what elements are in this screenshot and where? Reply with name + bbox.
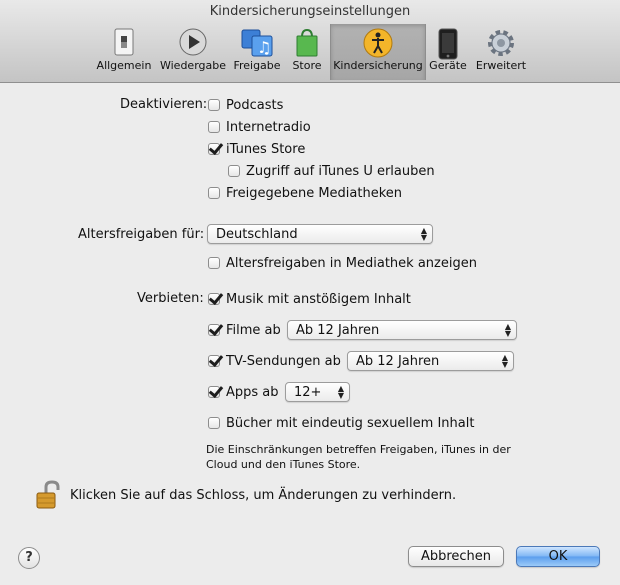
tab-label: Freigabe xyxy=(233,59,281,72)
tab-label: Store xyxy=(292,59,322,72)
tab-wiedergabe[interactable]: Wiedergabe xyxy=(158,24,228,80)
window-title: Kindersicherungseinstellungen xyxy=(209,4,411,19)
restrictions-note: Die Einschränkungen betreffen Freigaben,… xyxy=(206,443,511,471)
checkbox-box[interactable] xyxy=(208,99,220,111)
tab-store[interactable]: Store xyxy=(286,24,328,80)
tab-kindersicherung[interactable]: Kindersicherung xyxy=(330,24,426,80)
apps-checkbox[interactable]: Apps ab xyxy=(208,383,279,401)
shopping-bag-icon xyxy=(296,28,318,57)
cancel-button[interactable]: Abbrechen xyxy=(408,546,504,567)
checkbox-box[interactable] xyxy=(208,257,220,269)
tab-freigabe[interactable]: ♫ Freigabe xyxy=(230,24,284,80)
tab-label: Geräte xyxy=(429,59,467,72)
checkbox-box[interactable] xyxy=(208,386,220,398)
disable-label: Deaktivieren: xyxy=(120,97,208,112)
tv-label: TV-Sendungen ab xyxy=(226,353,341,369)
apps-rating-value: 12+ xyxy=(294,384,322,400)
movies-checkbox[interactable]: Filme ab xyxy=(208,321,281,339)
movies-label: Filme ab xyxy=(226,322,281,338)
explicit-music-checkbox[interactable]: Musik mit anstößigem Inhalt xyxy=(208,290,411,308)
apps-label: Apps ab xyxy=(226,384,279,400)
checkbox-box[interactable] xyxy=(208,293,220,305)
tab-erweitert[interactable]: Erweitert xyxy=(472,24,530,80)
checkbox-box[interactable] xyxy=(208,121,220,133)
svg-text:♫: ♫ xyxy=(257,38,271,57)
restrict-label: Verbieten: xyxy=(137,291,204,306)
play-icon xyxy=(179,28,207,56)
shared-libraries-label: Freigegebene Mediatheken xyxy=(226,185,403,201)
itunes-u-checkbox[interactable]: Zugriff auf iTunes U erlauben xyxy=(228,162,435,180)
itunes-u-label: Zugriff auf iTunes U erlauben xyxy=(246,163,435,179)
shared-libraries-checkbox[interactable]: Freigegebene Mediatheken xyxy=(208,184,402,202)
checkbox-box[interactable] xyxy=(208,355,220,367)
movies-rating-value: Ab 12 Jahren xyxy=(296,322,380,338)
lock-text: Klicken Sie auf das Schloss, um Änderung… xyxy=(70,488,457,503)
gear-icon xyxy=(488,30,514,56)
ratings-label: Altersfreigaben für: xyxy=(78,227,205,242)
internetradio-label: Internetradio xyxy=(226,119,311,135)
popup-arrows-icon: ▲ ▼ xyxy=(501,353,508,369)
tab-allgemein[interactable]: Allgemein xyxy=(92,24,156,80)
apps-rating-select[interactable]: 12+ ▲ ▼ xyxy=(285,382,350,402)
internetradio-checkbox[interactable]: Internetradio xyxy=(208,118,311,136)
checkbox-box[interactable] xyxy=(208,187,220,199)
itunes-store-checkbox[interactable]: iTunes Store xyxy=(208,140,305,158)
explicit-books-label: Bücher mit eindeutig sexuellem Inhalt xyxy=(226,415,475,431)
unlocked-padlock-icon[interactable] xyxy=(34,480,64,510)
tv-rating-select[interactable]: Ab 12 Jahren ▲ ▼ xyxy=(347,351,514,371)
country-select[interactable]: Deutschland ▲ ▼ xyxy=(207,224,433,244)
checkbox-box[interactable] xyxy=(208,417,220,429)
popup-arrows-icon: ▲ ▼ xyxy=(420,226,427,242)
preferences-window: Kindersicherungseinstellungen Allgemein … xyxy=(0,0,620,585)
podcasts-checkbox[interactable]: Podcasts xyxy=(208,96,283,114)
tab-label: Kindersicherung xyxy=(333,59,423,72)
tv-rating-value: Ab 12 Jahren xyxy=(356,353,440,369)
show-ratings-label: Altersfreigaben in Mediathek anzeigen xyxy=(226,255,477,271)
movies-rating-select[interactable]: Ab 12 Jahren ▲ ▼ xyxy=(287,320,517,340)
podcasts-label: Podcasts xyxy=(226,97,284,113)
checkbox-box[interactable] xyxy=(228,165,240,177)
checkbox-box[interactable] xyxy=(208,143,220,155)
show-ratings-checkbox[interactable]: Altersfreigaben in Mediathek anzeigen xyxy=(208,254,477,272)
ok-button[interactable]: OK xyxy=(516,546,600,567)
tab-label: Erweitert xyxy=(475,59,527,72)
iphone-icon xyxy=(438,28,458,60)
tv-checkbox[interactable]: TV-Sendungen ab xyxy=(208,352,341,370)
tab-label: Wiedergabe xyxy=(159,59,226,72)
country-value: Deutschland xyxy=(216,226,298,242)
itunes-store-label: iTunes Store xyxy=(226,141,306,157)
switch-icon xyxy=(114,28,134,56)
explicit-books-checkbox[interactable]: Bücher mit eindeutig sexuellem Inhalt xyxy=(208,414,474,432)
popup-arrows-icon: ▲ ▼ xyxy=(337,384,344,400)
popup-arrows-icon: ▲ ▼ xyxy=(504,322,511,338)
help-button[interactable]: ? xyxy=(18,547,40,569)
toolbar: Kindersicherungseinstellungen Allgemein … xyxy=(0,0,620,83)
parental-control-icon xyxy=(363,28,393,58)
tab-label: Allgemein xyxy=(96,59,152,72)
tab-geraete[interactable]: Geräte xyxy=(426,24,470,80)
checkbox-box[interactable] xyxy=(208,324,220,336)
explicit-music-label: Musik mit anstößigem Inhalt xyxy=(226,291,411,307)
music-share-icon: ♫ xyxy=(241,29,273,57)
